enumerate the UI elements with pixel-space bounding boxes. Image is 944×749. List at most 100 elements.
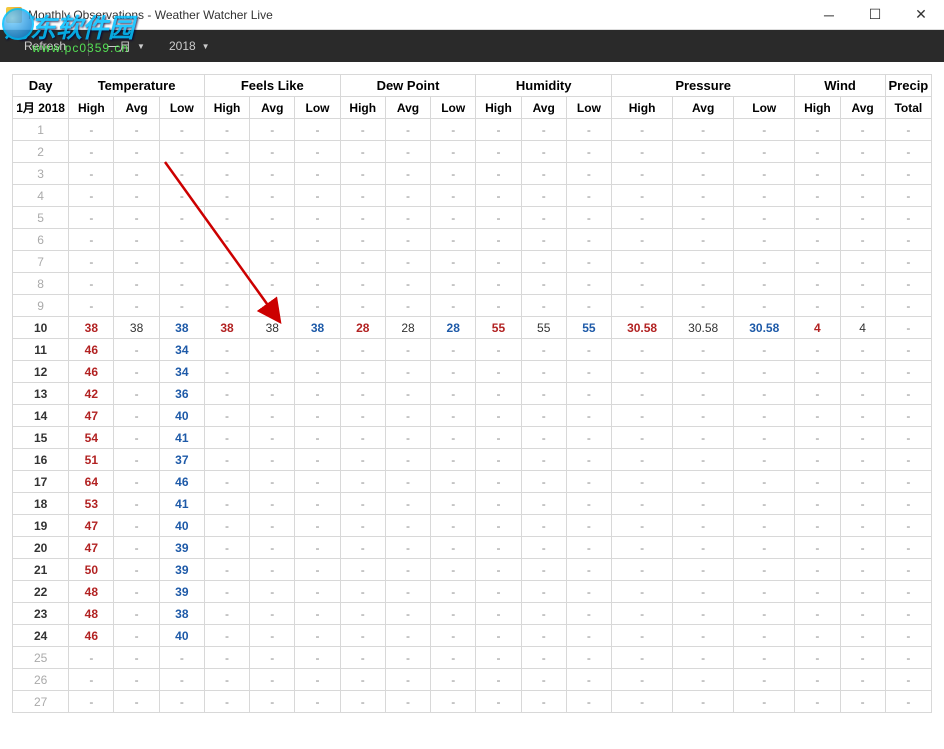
cell: -: [476, 493, 521, 515]
cell: -: [385, 361, 430, 383]
cell: -: [431, 251, 476, 273]
cell: -: [566, 273, 611, 295]
sub-high: High: [340, 97, 385, 119]
cell: -: [204, 229, 249, 251]
cell: -: [159, 185, 204, 207]
cell: -: [795, 559, 840, 581]
cell: -: [114, 229, 159, 251]
table-row: 8------------------: [13, 273, 932, 295]
cell: -: [566, 251, 611, 273]
cell: -: [250, 603, 295, 625]
cell: 47: [69, 537, 114, 559]
cell: -: [340, 251, 385, 273]
table-row: 2047-39---------------: [13, 537, 932, 559]
month-label: 一月: [107, 38, 131, 55]
day-cell: 6: [13, 229, 69, 251]
cell: 30.58: [612, 317, 673, 339]
cell: -: [476, 163, 521, 185]
table-row: 1554-41---------------: [13, 427, 932, 449]
cell: -: [250, 625, 295, 647]
cell: -: [612, 273, 673, 295]
cell: -: [521, 471, 566, 493]
cell: -: [431, 295, 476, 317]
cell: -: [476, 427, 521, 449]
cell: -: [159, 647, 204, 669]
cell: 55: [521, 317, 566, 339]
cell: -: [340, 405, 385, 427]
cell: -: [295, 251, 340, 273]
day-cell: 12: [13, 361, 69, 383]
cell: -: [734, 361, 795, 383]
cell: -: [114, 427, 159, 449]
cell: -: [840, 669, 885, 691]
cell: -: [204, 207, 249, 229]
cell: -: [734, 251, 795, 273]
cell: -: [204, 449, 249, 471]
cell: -: [385, 229, 430, 251]
cell: -: [885, 537, 931, 559]
cell: -: [385, 581, 430, 603]
cell: -: [734, 405, 795, 427]
cell: 47: [69, 515, 114, 537]
cell: -: [250, 449, 295, 471]
table-wrapper[interactable]: Day Temperature Feels Like Dew Point Hum…: [12, 74, 932, 737]
cell: -: [734, 581, 795, 603]
cell: -: [295, 185, 340, 207]
cell: -: [885, 625, 931, 647]
maximize-button[interactable]: ☐: [852, 0, 898, 30]
cell: -: [295, 163, 340, 185]
cell: 64: [69, 471, 114, 493]
cell: 28: [385, 317, 430, 339]
cell: -: [431, 493, 476, 515]
cell: -: [566, 493, 611, 515]
cell: -: [521, 141, 566, 163]
cell: -: [431, 647, 476, 669]
cell: -: [840, 559, 885, 581]
refresh-button[interactable]: Refresh: [10, 33, 80, 59]
cell: -: [431, 163, 476, 185]
cell: -: [250, 493, 295, 515]
cell: 51: [69, 449, 114, 471]
cell: -: [340, 647, 385, 669]
cell: -: [204, 603, 249, 625]
year-dropdown[interactable]: 2018 ▼: [159, 33, 220, 59]
col-humidity: Humidity: [476, 75, 612, 97]
cell: -: [385, 625, 430, 647]
day-cell: 26: [13, 669, 69, 691]
cell: -: [521, 427, 566, 449]
cell: -: [795, 185, 840, 207]
cell: -: [476, 559, 521, 581]
cell: 39: [159, 537, 204, 559]
cell: -: [204, 559, 249, 581]
table-row: 2248-39---------------: [13, 581, 932, 603]
cell: -: [295, 559, 340, 581]
cell: -: [159, 163, 204, 185]
day-cell: 27: [13, 691, 69, 713]
cell: -: [340, 427, 385, 449]
minimize-button[interactable]: ─: [806, 0, 852, 30]
cell: -: [840, 493, 885, 515]
day-cell: 19: [13, 515, 69, 537]
month-dropdown[interactable]: 一月 ▼: [97, 32, 155, 61]
cell: -: [295, 471, 340, 493]
cell: -: [385, 427, 430, 449]
cell: -: [885, 405, 931, 427]
cell: -: [295, 405, 340, 427]
cell: -: [340, 383, 385, 405]
cell: -: [840, 515, 885, 537]
cell: -: [566, 427, 611, 449]
cell: -: [431, 581, 476, 603]
cell: -: [840, 207, 885, 229]
table-row: 1------------------: [13, 119, 932, 141]
cell: -: [566, 559, 611, 581]
cell: -: [295, 603, 340, 625]
cell: -: [795, 647, 840, 669]
cell: -: [340, 449, 385, 471]
cell: 46: [69, 361, 114, 383]
cell: -: [340, 339, 385, 361]
cell: -: [885, 427, 931, 449]
cell: 39: [159, 559, 204, 581]
cell: -: [673, 449, 734, 471]
close-button[interactable]: ✕: [898, 0, 944, 30]
window-title: Monthly Observations - Weather Watcher L…: [28, 8, 806, 22]
